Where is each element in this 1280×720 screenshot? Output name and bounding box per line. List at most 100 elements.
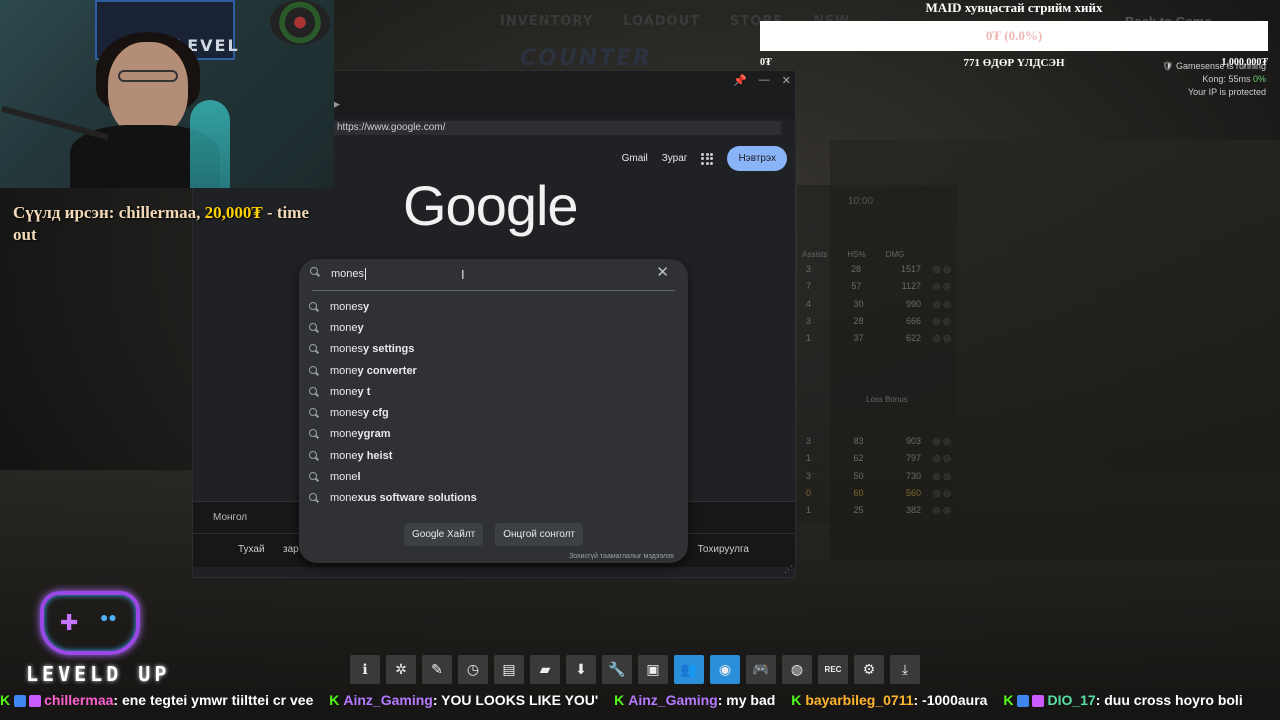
- sign-in-button[interactable]: Нэвтрэх: [727, 146, 787, 171]
- search-icon: [309, 408, 319, 418]
- alert-prefix: Сүүлд ирсэн:: [13, 203, 119, 222]
- suggestion-item[interactable]: mone y converter: [299, 360, 688, 381]
- chat-message: Kchillermaa: ene tegtei ymwr tiilttei cr…: [0, 692, 313, 708]
- gmail-link[interactable]: Gmail: [622, 153, 648, 164]
- last-donation-alert: Сүүлд ирсэн: chillermaa, 20,000₮ - time …: [13, 203, 309, 244]
- footer-link-about[interactable]: Тухай: [238, 544, 265, 555]
- resize-grip-icon[interactable]: ⋰: [784, 564, 793, 575]
- scoreboard-row: 7 57 1127: [806, 281, 951, 298]
- google-search-button[interactable]: Google Хайлт: [403, 523, 484, 546]
- suggestion-item[interactable]: mone ygram: [299, 424, 688, 445]
- suggestion-item[interactable]: mone y heist: [299, 445, 688, 466]
- download-icon[interactable]: ⬇: [566, 655, 596, 684]
- chat-message: Kbayarbileg_0711: -1000aura: [791, 692, 987, 708]
- footer-link-ads[interactable]: зар: [283, 544, 299, 555]
- alert-name: chillermaa: [118, 203, 197, 222]
- tab-arrow-icon[interactable]: ▶: [333, 99, 340, 110]
- suggestion-item[interactable]: mones y: [299, 296, 688, 317]
- close-icon[interactable]: ✕: [782, 74, 791, 87]
- webcam-feed: LEVEL: [0, 0, 334, 188]
- game-logo: COUNTER: [520, 46, 653, 71]
- suggestion-item[interactable]: mone xus software solutions: [299, 488, 688, 509]
- wrench-icon[interactable]: 🔧: [602, 655, 632, 684]
- scoreboard-row: 0 60 560: [806, 488, 951, 505]
- scoreboard-row: 4 30 990: [806, 299, 951, 316]
- compass-icon[interactable]: ◉: [710, 655, 740, 684]
- search-icon: [309, 301, 319, 312]
- game-nav-inventory[interactable]: INVENTORY: [500, 14, 593, 29]
- streamer-glasses: [118, 70, 178, 82]
- cyan-light: [190, 100, 230, 188]
- chat-message: K DIO_17: duu cross hoyro boli: [1003, 692, 1242, 708]
- chat-text: : ene tegtei ymwr tiilttei cr vee: [113, 692, 314, 708]
- chat-text: : duu cross hoyro boli: [1095, 692, 1243, 708]
- clear-search-button[interactable]: ✕: [656, 265, 669, 281]
- ip-status: Your IP is protected: [1187, 87, 1266, 97]
- search-icon: [309, 450, 319, 461]
- globe-icon[interactable]: ◍: [782, 655, 812, 684]
- dartboard-icon: [270, 0, 330, 45]
- suggestion-item[interactable]: mones y settings: [299, 339, 688, 360]
- search-icon: [310, 267, 320, 277]
- images-link[interactable]: Зураг: [662, 153, 688, 164]
- document-icon[interactable]: ▤: [494, 655, 524, 684]
- apps-grid-icon[interactable]: [701, 152, 714, 165]
- chat-username: chillermaa: [44, 692, 114, 708]
- minimize-tray-icon[interactable]: ⤓: [890, 655, 920, 684]
- settings-icon[interactable]: ⚙: [854, 655, 884, 684]
- pencil-icon[interactable]: ✎: [422, 655, 452, 684]
- alert-amount: 20,000₮: [204, 203, 263, 222]
- gamepad-icon[interactable]: 🎮: [746, 655, 776, 684]
- scoreboard-row: 1 25 382: [806, 505, 951, 522]
- badge-icon: [29, 695, 42, 708]
- suggestion-item[interactable]: mones y cfg: [299, 402, 688, 423]
- chat-message: K Ainz_Gaming: my bad: [614, 692, 775, 708]
- scoreboard-row: 1 37 622: [806, 333, 951, 350]
- search-dropdown: mones I ✕ mones y mone y mones y settings m…: [299, 259, 688, 563]
- gear-badge-icon[interactable]: ✲: [386, 655, 416, 684]
- chat-username: bayarbileg_0711: [805, 692, 914, 708]
- scoreboard-rows-top: 3281517 7571127 430990 328666 137622: [806, 264, 951, 350]
- search-icon: [309, 472, 319, 482]
- rec-icon[interactable]: REC: [818, 655, 848, 684]
- streamer-face: [108, 42, 188, 137]
- search-icon: [309, 429, 319, 439]
- google-logo: Google: [403, 174, 579, 237]
- url-bar[interactable]: https://www.google.com/: [333, 121, 781, 135]
- goal-percent: 0₮ (0.0%): [985, 28, 1043, 43]
- footer-link-settings[interactable]: Тохируулга: [698, 544, 749, 555]
- microphone-arm: [1, 105, 109, 141]
- suggestion-item[interactable]: mone l: [299, 466, 688, 487]
- chat-icon[interactable]: ▰: [530, 655, 560, 684]
- search-query: mones: [331, 268, 365, 280]
- feeling-lucky-button[interactable]: Онцгой сонголт: [495, 523, 584, 546]
- chat-ticker: Kchillermaa: ene tegtei ymwr tiilttei cr…: [0, 692, 1280, 720]
- network-info: 🛡 Gamesense is running Kong: 55ms 0% You…: [1162, 60, 1266, 99]
- minimize-icon[interactable]: —: [759, 74, 770, 87]
- scoreboard-row: 3 28 666: [806, 316, 951, 333]
- report-predictions-link[interactable]: Зохисгүй таамаглалыг мэдээлэх: [569, 553, 674, 560]
- pin-icon[interactable]: 📌: [733, 74, 747, 87]
- suggestion-item[interactable]: mone y t: [299, 381, 688, 402]
- gamesense-status: 🛡 Gamesense is running: [1162, 61, 1266, 71]
- suggestion-list: mones y mone y mones y settings mone y conve…: [299, 296, 688, 509]
- search-icon: [309, 344, 319, 354]
- scoreboard-header: HS%: [847, 250, 866, 259]
- scoreboard-headers: Assists HS% DMG: [802, 250, 904, 259]
- ibeam-cursor-icon: I: [461, 267, 465, 282]
- suggestion-item[interactable]: mone y: [299, 317, 688, 338]
- scoreboard-time: 10:00: [848, 196, 874, 207]
- image-icon[interactable]: ▣: [638, 655, 668, 684]
- chat-text: : -1000aura: [913, 692, 988, 708]
- info-icon[interactable]: ℹ: [350, 655, 380, 684]
- users-icon[interactable]: 👥: [674, 655, 704, 684]
- scoreboard-row: 3 50 730: [806, 471, 951, 488]
- google-header: Gmail Зураг Нэвтрэх: [622, 146, 787, 171]
- chat-username: DIO_17: [1047, 692, 1096, 708]
- scoreboard-rows-bottom: 383903 162797 350730 060560 125382: [806, 436, 951, 522]
- game-nav-loadout[interactable]: LOADOUT: [623, 14, 700, 29]
- scoreboard-row: 1 62 797: [806, 453, 951, 470]
- search-input[interactable]: mones I ✕: [310, 259, 675, 291]
- history-icon[interactable]: ◷: [458, 655, 488, 684]
- scoreboard-header: DMG: [885, 250, 905, 259]
